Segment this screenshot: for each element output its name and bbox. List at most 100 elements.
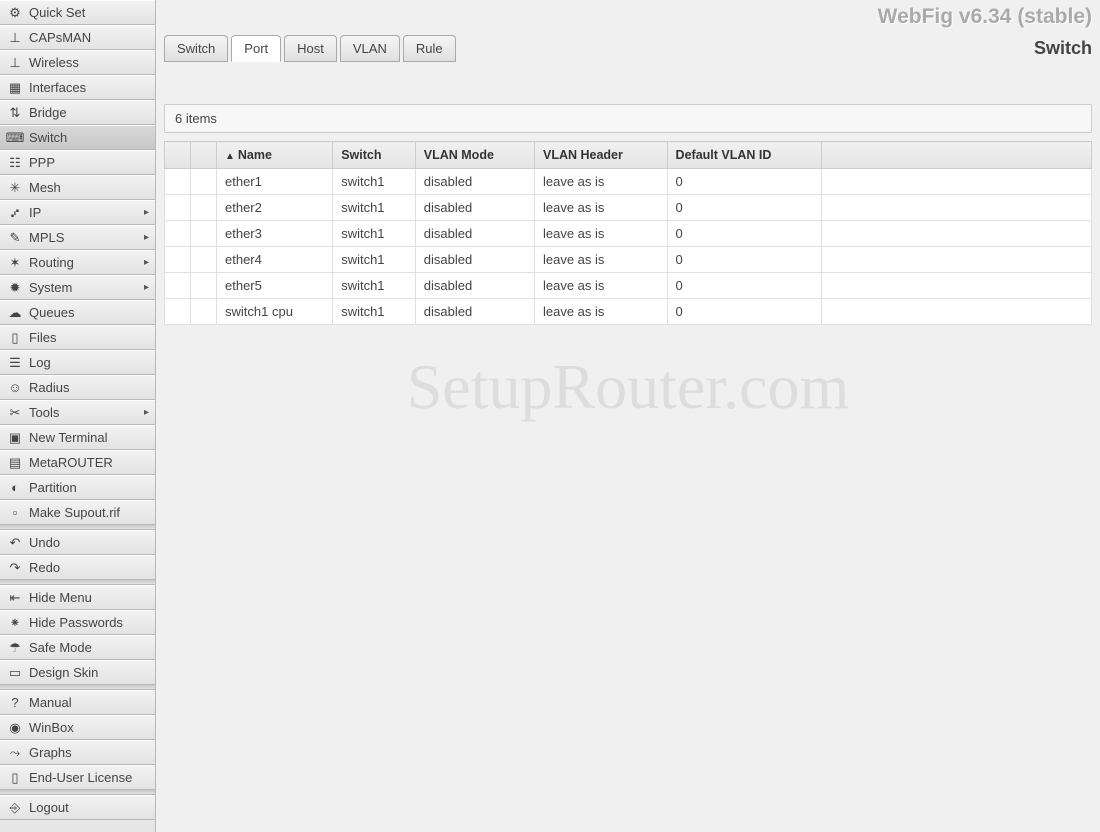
sidebar: ⚙Quick Set⊥CAPsMAN⊥Wireless▦Interfaces⇅B… xyxy=(0,0,156,832)
sidebar-item-bridge[interactable]: ⇅Bridge xyxy=(0,100,155,125)
sidebar-item-graphs[interactable]: ⤳Graphs xyxy=(0,740,155,765)
table-row[interactable]: ether3switch1disabledleave as is0 xyxy=(165,221,1092,247)
header: WebFig v6.34 (stable) xyxy=(164,0,1092,34)
cell-vlan-header: leave as is xyxy=(534,273,667,299)
ip-icon: ⑇ xyxy=(6,205,24,221)
cell-blank1 xyxy=(165,247,191,273)
files-icon: ▯ xyxy=(6,330,24,346)
cell-blank1 xyxy=(165,221,191,247)
sidebar-item-metarouter[interactable]: ▤MetaROUTER xyxy=(0,450,155,475)
app-title: WebFig v6.34 (stable) xyxy=(878,5,1092,29)
sidebar-item-tools[interactable]: ✂Tools▸ xyxy=(0,400,155,425)
sidebar-item-label: Redo xyxy=(29,560,60,575)
winbox-icon: ◉ xyxy=(6,720,24,736)
cell-name: ether2 xyxy=(217,195,333,221)
sidebar-item-design-skin[interactable]: ▭ Design Skin xyxy=(0,660,155,685)
sidebar-item-radius[interactable]: ☺Radius xyxy=(0,375,155,400)
table-row[interactable]: ether2switch1disabledleave as is0 xyxy=(165,195,1092,221)
table-row[interactable]: ether5switch1disabledleave as is0 xyxy=(165,273,1092,299)
col-blank1[interactable] xyxy=(165,142,191,169)
sidebar-item-new-terminal[interactable]: ▣New Terminal xyxy=(0,425,155,450)
sidebar-item-ip[interactable]: ⑇IP▸ xyxy=(0,200,155,225)
sidebar-item-log[interactable]: ☰Log xyxy=(0,350,155,375)
sidebar-item-routing[interactable]: ✶Routing▸ xyxy=(0,250,155,275)
manual-icon: ? xyxy=(6,695,24,711)
sidebar-item-winbox[interactable]: ◉ WinBox xyxy=(0,715,155,740)
sidebar-item-make-supout[interactable]: ▫Make Supout.rif xyxy=(0,500,155,525)
cell-vlan-mode: disabled xyxy=(415,273,534,299)
sidebar-item-hide-menu[interactable]: ⇤Hide Menu xyxy=(0,585,155,610)
sidebar-item-label: Logout xyxy=(29,800,69,815)
sidebar-item-undo[interactable]: ↶Undo xyxy=(0,530,155,555)
sidebar-item-ppp[interactable]: ☷PPP xyxy=(0,150,155,175)
cell-name: ether3 xyxy=(217,221,333,247)
hide-menu-icon: ⇤ xyxy=(6,590,24,606)
sidebar-item-capsman[interactable]: ⊥CAPsMAN xyxy=(0,25,155,50)
col-blank3[interactable] xyxy=(822,142,1092,169)
sidebar-item-system[interactable]: ✹System▸ xyxy=(0,275,155,300)
cell-name: ether4 xyxy=(217,247,333,273)
cell-default-vlan-id: 0 xyxy=(667,221,821,247)
sidebar-item-end-user-license[interactable]: ▯ End-User License xyxy=(0,765,155,790)
sidebar-item-quick-set[interactable]: ⚙Quick Set xyxy=(0,0,155,25)
sidebar-item-label: Design Skin xyxy=(29,665,98,680)
tab-host[interactable]: Host xyxy=(284,35,337,62)
table-row[interactable]: ether1switch1disabledleave as is0 xyxy=(165,169,1092,195)
end-user-license-icon: ▯ xyxy=(6,770,24,786)
sidebar-item-label: End-User License xyxy=(29,770,132,785)
cell-blank1 xyxy=(165,195,191,221)
cell-blank2 xyxy=(191,169,217,195)
sidebar-item-mpls[interactable]: ✎MPLS▸ xyxy=(0,225,155,250)
sidebar-item-switch[interactable]: ⌨Switch xyxy=(0,125,155,150)
sidebar-item-label: Wireless xyxy=(29,55,79,70)
design-skin-icon: ▭ xyxy=(6,665,24,681)
port-table: ▲Name Switch VLAN Mode VLAN Header Defau… xyxy=(164,141,1092,325)
tab-vlan[interactable]: VLAN xyxy=(340,35,400,62)
tab-port[interactable]: Port xyxy=(231,35,281,62)
sidebar-item-wireless[interactable]: ⊥Wireless xyxy=(0,50,155,75)
col-blank2[interactable] xyxy=(191,142,217,169)
sidebar-item-partition[interactable]: ◐Partition xyxy=(0,475,155,500)
tab-rule[interactable]: Rule xyxy=(403,35,456,62)
sidebar-item-files[interactable]: ▯ Files xyxy=(0,325,155,350)
sidebar-item-queues[interactable]: ☁ Queues xyxy=(0,300,155,325)
sidebar-item-label: WinBox xyxy=(29,720,74,735)
queues-icon: ☁ xyxy=(6,305,24,321)
sidebar-item-label: Interfaces xyxy=(29,80,86,95)
capsman-icon: ⊥ xyxy=(6,30,24,46)
sidebar-item-safe-mode[interactable]: ☂Safe Mode xyxy=(0,635,155,660)
cell-name: switch1 cpu xyxy=(217,299,333,325)
table-row[interactable]: ether4switch1disabledleave as is0 xyxy=(165,247,1092,273)
col-name[interactable]: ▲Name xyxy=(217,142,333,169)
sidebar-item-label: Hide Passwords xyxy=(29,615,123,630)
sidebar-item-manual[interactable]: ?Manual xyxy=(0,690,155,715)
sidebar-item-interfaces[interactable]: ▦Interfaces xyxy=(0,75,155,100)
new-terminal-icon: ▣ xyxy=(6,430,24,446)
sidebar-item-mesh[interactable]: ✳Mesh xyxy=(0,175,155,200)
cell-switch: switch1 xyxy=(333,299,416,325)
sidebar-item-label: MPLS xyxy=(29,230,64,245)
sidebar-item-label: Files xyxy=(29,330,56,345)
cell-blank3 xyxy=(822,273,1092,299)
sidebar-item-label: Make Supout.rif xyxy=(29,505,120,520)
cell-name: ether5 xyxy=(217,273,333,299)
sidebar-item-label: Queues xyxy=(29,305,75,320)
sidebar-item-label: Log xyxy=(29,355,51,370)
col-switch[interactable]: Switch xyxy=(333,142,416,169)
col-vlan-mode[interactable]: VLAN Mode xyxy=(415,142,534,169)
sidebar-item-label: Partition xyxy=(29,480,77,495)
sidebar-item-label: Radius xyxy=(29,380,69,395)
routing-icon: ✶ xyxy=(6,255,24,271)
tab-row: SwitchPortHostVLANRule xyxy=(164,34,1092,62)
cell-vlan-mode: disabled xyxy=(415,195,534,221)
col-vlan-header[interactable]: VLAN Header xyxy=(534,142,667,169)
sidebar-item-hide-passwords[interactable]: ⁕Hide Passwords xyxy=(0,610,155,635)
sidebar-item-logout[interactable]: ⎆Logout xyxy=(0,795,155,820)
table-row[interactable]: switch1 cpuswitch1disabledleave as is0 xyxy=(165,299,1092,325)
cell-switch: switch1 xyxy=(333,247,416,273)
content: 6 items ▲Name Switch VLAN Mode VLAN Head… xyxy=(164,104,1092,325)
tab-switch[interactable]: Switch xyxy=(164,35,228,62)
cell-switch: switch1 xyxy=(333,195,416,221)
sidebar-item-redo[interactable]: ↷Redo xyxy=(0,555,155,580)
col-default-vlan-id[interactable]: Default VLAN ID xyxy=(667,142,821,169)
